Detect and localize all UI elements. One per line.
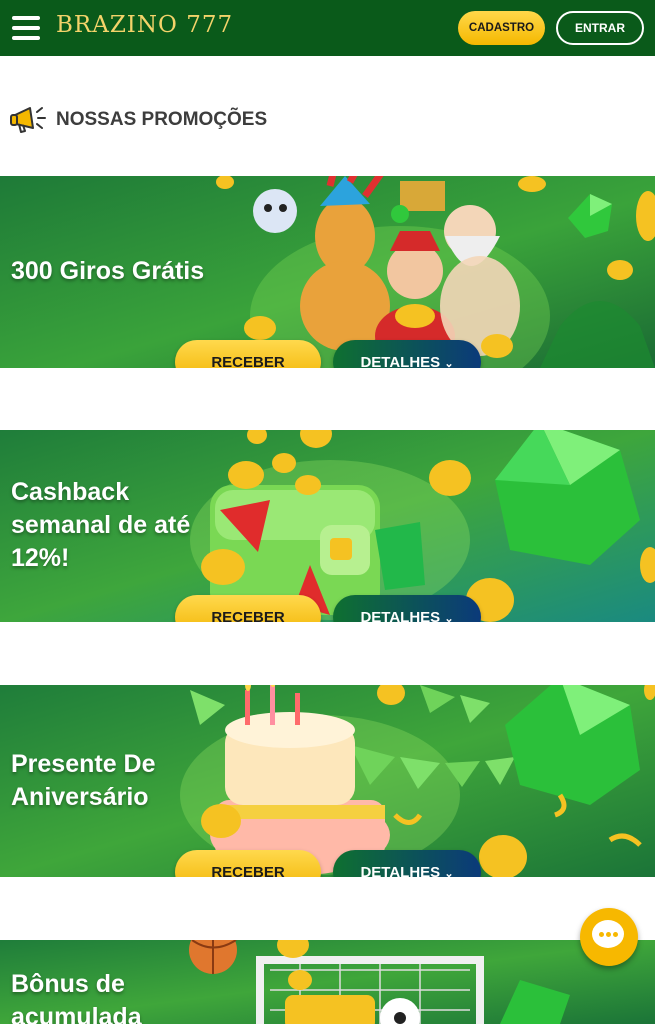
promo-title: Presente De Aniversário [11, 750, 156, 811]
promo-title: Bônus de acumulada [11, 970, 142, 1024]
detalhes-button[interactable]: DETALHES ⌄ [333, 340, 481, 368]
receber-button[interactable]: RECEBER [175, 340, 321, 368]
section-title: NOSSAS PROMOÇÕES [56, 109, 268, 130]
receber-button[interactable]: RECEBER [175, 850, 321, 877]
top-navbar: BRAZINO 777 CADASTRO ENTRAR [0, 0, 655, 56]
promo-title: Cashback semanal de até 12%! [11, 478, 191, 572]
receber-button[interactable]: RECEBER [175, 595, 321, 622]
cadastro-button[interactable]: CADASTRO [458, 11, 545, 45]
detalhes-label: DETALHES [360, 608, 441, 623]
chevron-down-icon: ⌄ [444, 612, 454, 623]
promo-banner-accumulated[interactable]: Bônus de acumulada [0, 940, 655, 1024]
chevron-down-icon: ⌄ [444, 357, 454, 369]
megaphone-icon [10, 107, 46, 133]
promo-title: 300 Giros Grátis [11, 257, 205, 285]
detalhes-label: DETALHES [360, 353, 441, 369]
detalhes-button[interactable]: DETALHES ⌄ [333, 595, 481, 622]
promo-banner-birthday[interactable]: Presente De Aniversário RECEBER DETALHES… [0, 685, 655, 877]
brand-logo[interactable]: BRAZINO 777 [56, 12, 233, 38]
entrar-button[interactable]: ENTRAR [556, 11, 644, 45]
menu-icon[interactable] [12, 16, 40, 40]
promo-banner-cashback[interactable]: Cashback semanal de até 12%! RECEBER DET… [0, 430, 655, 622]
promo-banner-free-spins[interactable]: 300 Giros Grátis RECEBER DETALHES ⌄ [0, 176, 655, 368]
chat-button[interactable] [580, 908, 638, 966]
chevron-down-icon: ⌄ [444, 867, 454, 878]
detalhes-button[interactable]: DETALHES ⌄ [333, 850, 481, 877]
detalhes-label: DETALHES [360, 863, 441, 878]
